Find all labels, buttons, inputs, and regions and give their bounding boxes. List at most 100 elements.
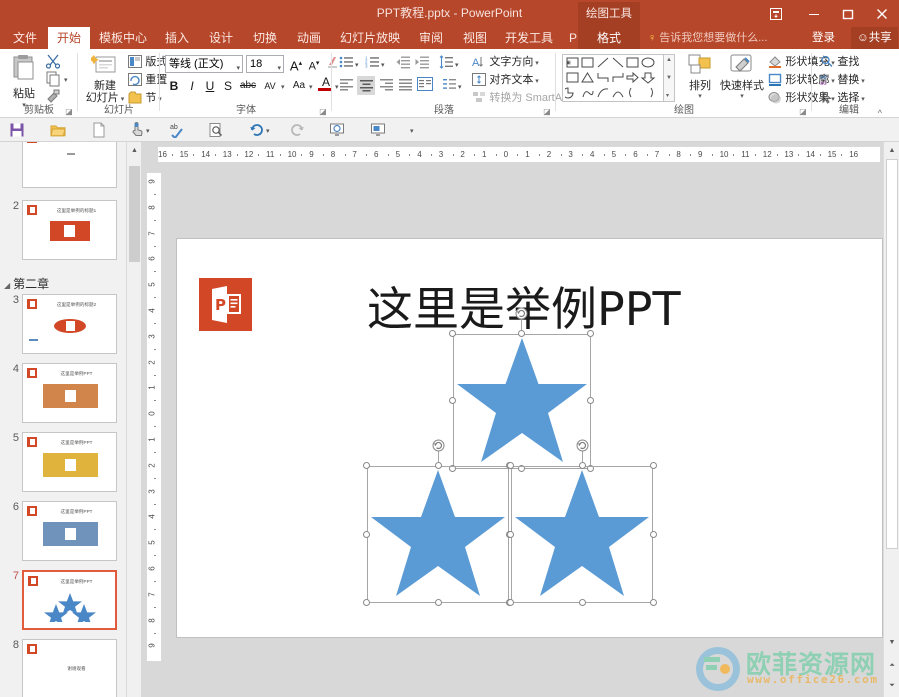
shrink-font-button[interactable]: A▾ — [306, 55, 322, 73]
undo-caret-icon[interactable]: ▾ — [266, 127, 270, 135]
underline-button[interactable]: U — [202, 77, 218, 95]
tab-slideshow[interactable]: 幻灯片放映 — [332, 27, 408, 49]
print-preview-button[interactable] — [207, 121, 225, 139]
slide-thumbnail-1[interactable]: PPT目录 — [22, 142, 117, 188]
spelling-button[interactable]: ab — [169, 121, 187, 139]
start-slideshow-button[interactable] — [328, 121, 346, 139]
vertical-scrollbar[interactable]: ▲ ▼ ⏶ ⏷ — [883, 142, 899, 697]
resize-handle-ne[interactable] — [650, 462, 657, 469]
font-name-box[interactable]: 等线 (正文) ▾ — [165, 55, 243, 73]
undo-button[interactable] — [248, 121, 266, 139]
align-right-button[interactable] — [378, 77, 394, 95]
text-shadow-button[interactable]: S — [220, 77, 236, 95]
new-button[interactable] — [90, 121, 108, 139]
star-shape-bottom-left[interactable] — [367, 466, 509, 603]
resize-handle-nw[interactable] — [507, 462, 514, 469]
bold-button[interactable]: B — [166, 77, 182, 95]
strikethrough-button[interactable]: abc — [238, 77, 258, 95]
tab-animations[interactable]: 动画 — [288, 27, 330, 49]
find-button[interactable]: 查找 — [820, 53, 859, 69]
chevron-down-icon[interactable]: ▾ — [355, 61, 359, 69]
chevron-down-icon[interactable]: ▾ — [455, 61, 459, 69]
slide-thumbnail-7[interactable]: 这里是举例PPT — [22, 570, 117, 630]
scroll-up-button[interactable]: ▲ — [127, 142, 142, 158]
change-case-button[interactable]: Aa — [289, 77, 309, 95]
gallery-scroll-up-button[interactable]: ▲ — [666, 57, 672, 63]
next-slide-button[interactable]: ⏷ — [884, 678, 899, 694]
section-button[interactable]: 节 ▾ — [128, 89, 162, 105]
tab-review[interactable]: 审阅 — [410, 27, 452, 49]
scrollbar-thumb[interactable] — [129, 166, 140, 262]
font-dialog-launcher[interactable]: ◪ — [318, 107, 328, 117]
gallery-scroll-down-button[interactable]: ▼ — [666, 75, 672, 81]
grow-font-button[interactable]: A▴ — [288, 55, 304, 73]
resize-handle-n[interactable] — [518, 330, 525, 337]
presenter-view-button[interactable] — [369, 121, 387, 139]
shapes-gallery[interactable]: ▣ — [562, 54, 664, 102]
gallery-more-button[interactable]: ▾ — [666, 92, 669, 99]
copy-button[interactable] — [45, 71, 63, 87]
resize-handle-sw[interactable] — [507, 599, 514, 606]
rotate-handle[interactable] — [432, 439, 445, 452]
align-center-button[interactable] — [357, 76, 375, 95]
cut-button[interactable] — [45, 53, 63, 69]
resize-handle-sw[interactable] — [363, 599, 370, 606]
tab-insert[interactable]: 插入 — [156, 27, 198, 49]
sign-in-button[interactable]: 登录 — [812, 27, 835, 49]
resize-handle-s[interactable] — [579, 599, 586, 606]
chevron-down-icon[interactable]: ▾ — [381, 61, 385, 69]
ribbon-display-options-button[interactable] — [755, 0, 797, 27]
select-button[interactable]: 选择 ▾ — [820, 89, 865, 105]
resize-handle-w[interactable] — [363, 531, 370, 538]
touch-mode-button[interactable] — [128, 121, 146, 139]
tab-template[interactable]: 模板中心 — [92, 27, 154, 49]
slide-thumbnail-8[interactable]: 谢谢观看 — [22, 639, 117, 697]
tab-design[interactable]: 设计 — [200, 27, 242, 49]
align-left-button[interactable] — [338, 77, 354, 95]
clipboard-dialog-launcher[interactable]: ◪ — [64, 107, 74, 117]
new-slide-button[interactable]: 新建 幻灯片 ▾ — [84, 53, 126, 106]
touch-mode-caret-icon[interactable]: ▾ — [146, 127, 150, 135]
tab-file[interactable]: 文件 — [4, 27, 46, 49]
resize-handle-nw[interactable] — [363, 462, 370, 469]
rotate-handle[interactable] — [515, 307, 528, 320]
redo-button[interactable] — [288, 121, 306, 139]
font-size-box[interactable]: 18 ▾ — [246, 55, 284, 73]
replace-button[interactable]: ab ac 替换 ▾ — [820, 71, 865, 87]
quick-styles-button[interactable]: 快速样式 ▾ — [720, 53, 764, 100]
italic-button[interactable]: I — [184, 77, 200, 95]
copy-caret-icon[interactable]: ▾ — [64, 76, 68, 84]
resize-handle-ne[interactable] — [587, 330, 594, 337]
columns-button[interactable] — [441, 77, 457, 95]
slide-title[interactable]: 这里是举例PPT — [367, 273, 681, 339]
paragraph-dialog-launcher[interactable]: ◪ — [542, 107, 552, 117]
resize-handle-e[interactable] — [650, 531, 657, 538]
previous-slide-button[interactable]: ⏶ — [884, 658, 899, 674]
slide-thumbnail-2[interactable]: 这里是举例的标题1 — [22, 200, 117, 260]
resize-handle-s[interactable] — [435, 599, 442, 606]
slide-thumbnail-3[interactable]: 这里是举例的标题2 — [22, 294, 117, 354]
chevron-down-icon[interactable]: ▾ — [309, 83, 313, 91]
resize-handle-e[interactable] — [587, 397, 594, 404]
scrollbar-thumb[interactable] — [886, 159, 898, 549]
tab-transitions[interactable]: 切换 — [244, 27, 286, 49]
horizontal-ruler[interactable]: 16 15 14 13 12 11 10 9 8 7 6 5 4 3 2 1 0 1 2 3 4 5 6 7 8 9 10 11 12 1… — [157, 146, 881, 163]
thumbnail-pane-scrollbar[interactable]: ▲ — [126, 142, 142, 697]
text-columns-button[interactable] — [416, 77, 434, 95]
text-direction-button[interactable]: A 文字方向 ▾ — [472, 53, 539, 69]
slide-thumbnail-4[interactable]: 这里是举例PPT — [22, 363, 117, 423]
resize-handle-se[interactable] — [650, 599, 657, 606]
format-painter-button[interactable] — [45, 89, 63, 105]
paste-button[interactable]: 粘贴 ▾ — [6, 53, 42, 109]
resize-handle-w[interactable] — [507, 531, 514, 538]
justify-button[interactable] — [397, 77, 413, 95]
tell-me-search[interactable]: ♀ 告诉我您想要做什么... — [648, 27, 767, 49]
minimize-button[interactable] — [797, 0, 831, 27]
section-header[interactable]: ◢ 第二章 — [4, 275, 49, 292]
bullets-button[interactable] — [338, 55, 354, 73]
open-button[interactable] — [49, 121, 67, 139]
chevron-down-icon[interactable]: ▾ — [281, 83, 285, 91]
tab-view[interactable]: 视图 — [454, 27, 496, 49]
maximize-button[interactable] — [831, 0, 865, 27]
drawing-dialog-launcher[interactable]: ◪ — [798, 107, 808, 117]
